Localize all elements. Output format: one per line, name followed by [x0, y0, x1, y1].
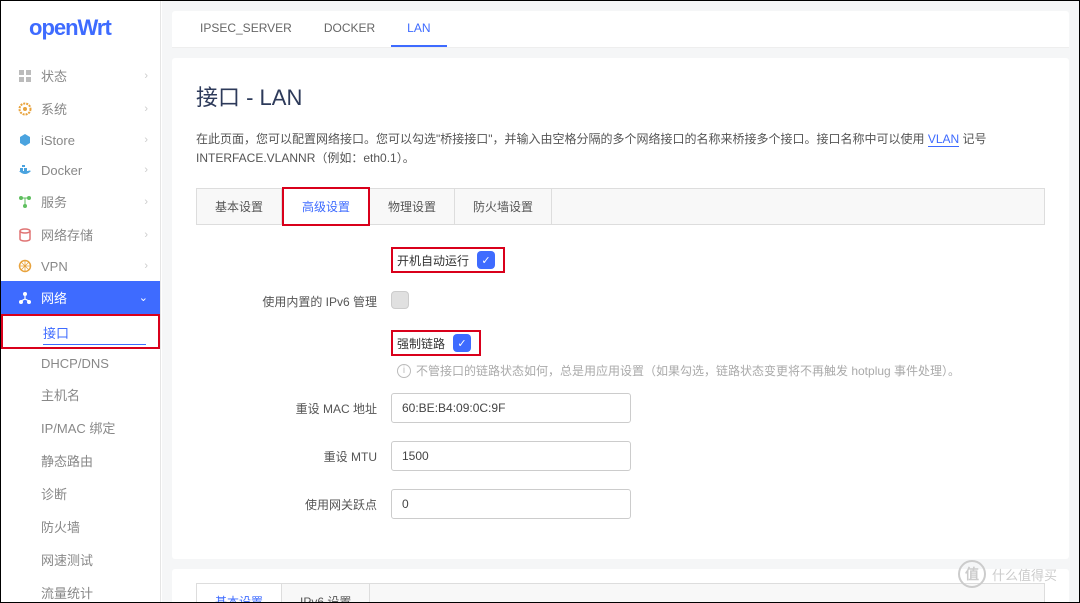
- sidebar-item-docker[interactable]: Docker ›: [1, 155, 160, 185]
- page-title: 接口 - LAN: [196, 80, 1045, 112]
- submenu-item-hostname[interactable]: 主机名: [1, 378, 160, 411]
- chevron-right-icon: ›: [144, 103, 148, 115]
- tab-ipsec-server[interactable]: IPSEC_SERVER: [184, 11, 308, 47]
- submenu-item-traffic[interactable]: 流量统计: [1, 576, 160, 602]
- chevron-right-icon: ›: [144, 229, 148, 241]
- brand-logo: openWrt: [1, 1, 160, 59]
- submenu-item-ipmac[interactable]: IP/MAC 绑定: [1, 411, 160, 444]
- mac-input[interactable]: [391, 393, 631, 423]
- force-link-hint: i不管接口的链路状态如何，总是用应用设置（如果勾选，链路状态变更将不再触发 ho…: [397, 362, 1045, 379]
- status-icon: [17, 68, 33, 84]
- main-content: IPSEC_SERVER DOCKER LAN 接口 - LAN 在此页面，您可…: [162, 1, 1079, 602]
- chevron-right-icon: ›: [144, 260, 148, 272]
- sidebar-item-istore[interactable]: iStore ›: [1, 125, 160, 155]
- submenu-item-dhcpdns[interactable]: DHCP/DNS: [1, 349, 160, 378]
- gateway-label: 使用网关跃点: [196, 496, 391, 513]
- submenu-item-interfaces[interactable]: 接口: [1, 314, 160, 349]
- interface-tabs: IPSEC_SERVER DOCKER LAN: [172, 11, 1069, 48]
- dhcp-tab-basic[interactable]: 基本设置: [197, 584, 282, 602]
- chevron-right-icon: ›: [144, 134, 148, 146]
- tab-docker[interactable]: DOCKER: [308, 11, 391, 47]
- dhcp-panel: 基本设置 IPv6 设置 忽略此接口 ✓ i不在此接口提供 DHCP 服务。: [172, 569, 1069, 602]
- page-description: 在此页面，您可以配置网络接口。您可以勾选"桥接接口"，并输入由空格分隔的多个网络…: [196, 130, 1045, 168]
- row-autorun: 开机自动运行 ✓: [196, 247, 1045, 273]
- dhcp-tabs: 基本设置 IPv6 设置: [196, 583, 1045, 602]
- sidebar-item-storage[interactable]: 网络存储 ›: [1, 218, 160, 251]
- mtu-label: 重设 MTU: [196, 448, 391, 465]
- row-force-link: 强制链路 ✓: [196, 330, 1045, 356]
- main-menu: 状态 › 系统 › iStore › Docker › 服务 › 网络存储 ›: [1, 59, 160, 314]
- gear-icon: [17, 101, 33, 117]
- config-panel: 接口 - LAN 在此页面，您可以配置网络接口。您可以勾选"桥接接口"，并输入由…: [172, 58, 1069, 559]
- force-link-checkbox[interactable]: ✓: [453, 334, 471, 352]
- watermark-icon: 值: [958, 560, 986, 588]
- chevron-right-icon: ›: [144, 164, 148, 176]
- autorun-checkbox[interactable]: ✓: [477, 251, 495, 269]
- sidebar-item-label: iStore: [41, 133, 75, 148]
- sidebar-item-label: 系统: [41, 99, 67, 118]
- tab-lan[interactable]: LAN: [391, 11, 446, 47]
- row-ipv6: 使用内置的 IPv6 管理: [196, 291, 1045, 312]
- submenu-item-diagnostics[interactable]: 诊断: [1, 477, 160, 510]
- chevron-right-icon: ›: [144, 196, 148, 208]
- mtu-input[interactable]: [391, 441, 631, 471]
- info-icon: i: [397, 364, 411, 378]
- ipv6-checkbox[interactable]: [391, 291, 409, 309]
- mac-label: 重设 MAC 地址: [196, 400, 391, 417]
- docker-icon: [17, 162, 33, 178]
- submenu-item-speedtest[interactable]: 网速测试: [1, 543, 160, 576]
- submenu-item-static-route[interactable]: 静态路由: [1, 444, 160, 477]
- config-tab-firewall[interactable]: 防火墙设置: [455, 189, 552, 224]
- vpn-icon: [17, 258, 33, 274]
- sidebar-item-label: 服务: [41, 192, 67, 211]
- storage-icon: [17, 227, 33, 243]
- cube-icon: [17, 132, 33, 148]
- sidebar-item-status[interactable]: 状态 ›: [1, 59, 160, 92]
- sidebar-item-label: 网络: [41, 288, 67, 307]
- services-icon: [17, 194, 33, 210]
- ipv6-label: 使用内置的 IPv6 管理: [196, 293, 391, 310]
- config-tabs: 基本设置 高级设置 物理设置 防火墙设置: [196, 188, 1045, 225]
- row-gateway: 使用网关跃点: [196, 489, 1045, 519]
- sidebar-item-label: VPN: [41, 259, 68, 274]
- row-mac: 重设 MAC 地址: [196, 393, 1045, 423]
- sidebar-item-label: Docker: [41, 163, 82, 178]
- config-tab-basic[interactable]: 基本设置: [197, 189, 282, 224]
- network-icon: [17, 290, 33, 306]
- sidebar-item-label: 网络存储: [41, 225, 93, 244]
- sidebar-item-services[interactable]: 服务 ›: [1, 185, 160, 218]
- sidebar-item-vpn[interactable]: VPN ›: [1, 251, 160, 281]
- sidebar-item-network[interactable]: 网络 ⌄: [1, 281, 160, 314]
- gateway-input[interactable]: [391, 489, 631, 519]
- config-tab-advanced[interactable]: 高级设置: [282, 187, 370, 226]
- chevron-down-icon: ⌄: [139, 291, 148, 304]
- vlan-link[interactable]: VLAN: [928, 132, 959, 147]
- submenu-item-firewall[interactable]: 防火墙: [1, 510, 160, 543]
- chevron-right-icon: ›: [144, 70, 148, 82]
- force-link-label: 强制链路: [397, 335, 445, 352]
- config-tab-physical[interactable]: 物理设置: [370, 189, 455, 224]
- sidebar-item-label: 状态: [41, 66, 67, 85]
- watermark: 值 什么值得买: [958, 560, 1057, 588]
- dhcp-tab-ipv6[interactable]: IPv6 设置: [282, 584, 370, 602]
- sidebar: openWrt 状态 › 系统 › iStore › Docker › 服务 ›: [1, 1, 161, 602]
- row-mtu: 重设 MTU: [196, 441, 1045, 471]
- sidebar-item-system[interactable]: 系统 ›: [1, 92, 160, 125]
- submenu: 接口 DHCP/DNS 主机名 IP/MAC 绑定 静态路由 诊断 防火墙 网速…: [1, 314, 160, 602]
- autorun-label: 开机自动运行: [397, 252, 469, 269]
